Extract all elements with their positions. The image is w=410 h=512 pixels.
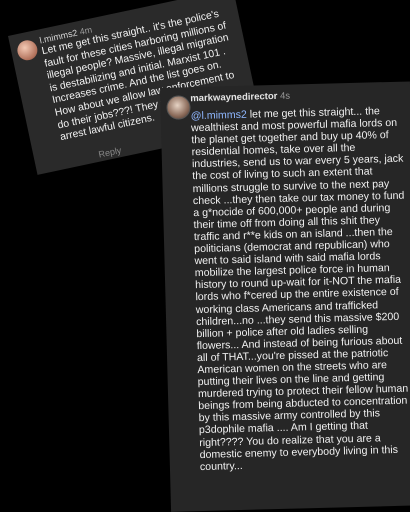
username[interactable]: markwaynedirector: [190, 91, 277, 104]
comment-text: @l.mimms2 let me get this straight... th…: [191, 105, 410, 473]
comment-card-markwaynedirector: markwaynedirector 4s @l.mimms2 let me ge…: [160, 81, 410, 512]
comment-body: let me get this straight... the wealthie…: [190, 105, 409, 473]
avatar[interactable]: [166, 95, 191, 120]
comment-header: markwaynedirector 4s: [190, 88, 404, 105]
reply-button[interactable]: Reply: [98, 145, 123, 160]
avatar[interactable]: [15, 38, 40, 63]
timestamp: 4s: [279, 90, 291, 102]
